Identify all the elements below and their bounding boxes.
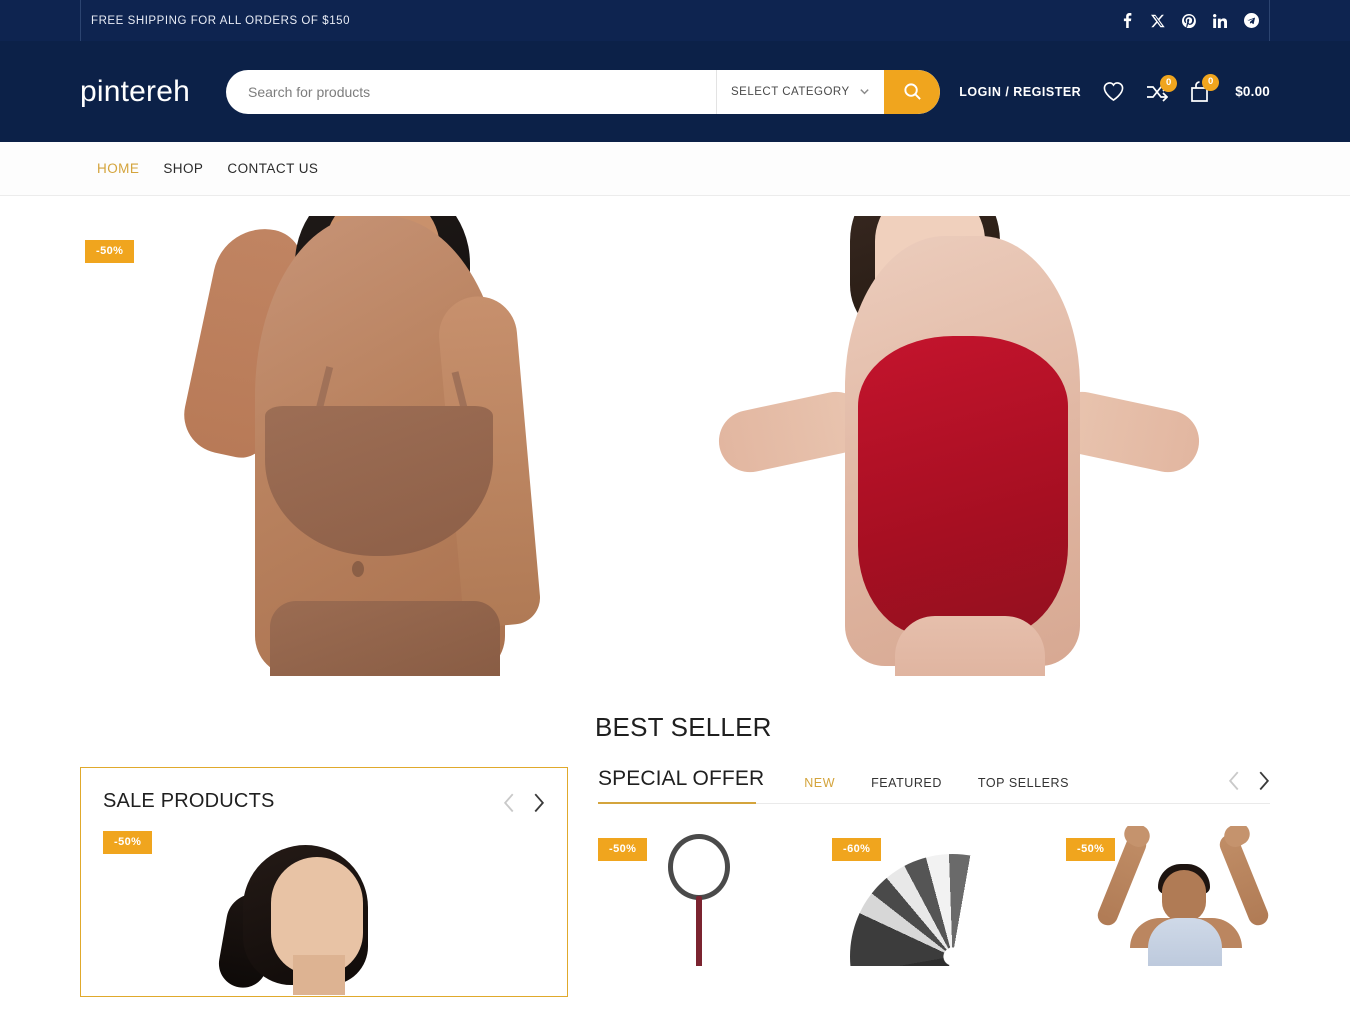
tab-top-sellers[interactable]: TOP SELLERS <box>978 776 1069 790</box>
hero-banner-1-image <box>80 216 660 676</box>
site-header: pintereh SELECT CATEGORY LOGIN / REGISTE… <box>0 41 1350 142</box>
special-offer-title: SPECIAL OFFER <box>598 767 765 790</box>
category-select[interactable]: SELECT CATEGORY <box>716 69 884 114</box>
header-actions: LOGIN / REGISTER 0 0 $0.00 <box>959 73 1270 103</box>
chevron-left-icon[interactable] <box>503 792 516 812</box>
wishlist-button[interactable] <box>1102 81 1125 102</box>
linkedin-icon[interactable] <box>1213 13 1227 28</box>
tab-featured[interactable]: FEATURED <box>871 776 942 790</box>
telegram-icon[interactable] <box>1244 13 1259 28</box>
compare-count-badge: 0 <box>1160 74 1178 92</box>
discount-badge: -60% <box>832 838 882 861</box>
facebook-icon[interactable] <box>1120 13 1134 28</box>
hero-banner-row: -50% -50% <box>80 196 1270 676</box>
search-input[interactable] <box>226 69 716 114</box>
announcement-text: FREE SHIPPING FOR ALL ORDERS OF $150 <box>91 14 351 27</box>
chevron-right-icon[interactable] <box>532 792 545 812</box>
discount-badge: -50% <box>103 831 153 854</box>
login-register-link[interactable]: LOGIN / REGISTER <box>959 85 1081 99</box>
search-button[interactable] <box>884 69 940 114</box>
product-card-3[interactable]: -50% <box>1066 826 1270 966</box>
lower-section: SALE PRODUCTS -50% SPECIAL OFFER NEW FEA… <box>80 767 1270 997</box>
cart-button[interactable]: 0 <box>1189 73 1220 103</box>
product-card-1[interactable]: -50% <box>598 826 802 966</box>
best-seller-title: BEST SELLER <box>595 712 772 742</box>
chevron-left-icon[interactable] <box>1228 770 1241 791</box>
discount-badge: -50% <box>598 838 648 861</box>
special-offer-header: SPECIAL OFFER NEW FEATURED TOP SELLERS <box>598 767 1270 804</box>
sale-products-title: SALE PRODUCTS <box>103 790 275 812</box>
best-seller-section: BEST SELLER <box>80 676 1270 743</box>
sale-products-carousel-controls <box>503 792 545 812</box>
compare-button[interactable]: 0 <box>1146 74 1178 102</box>
main-navigation: HOME SHOP CONTACT US <box>0 142 1350 196</box>
nav-item-contact-us[interactable]: CONTACT US <box>227 161 318 176</box>
site-header-inner: pintereh SELECT CATEGORY LOGIN / REGISTE… <box>80 69 1270 114</box>
special-offer-section: SPECIAL OFFER NEW FEATURED TOP SELLERS -… <box>598 767 1270 997</box>
announcement-bar-inner: FREE SHIPPING FOR ALL ORDERS OF $150 <box>80 0 1270 41</box>
hero-banner-1[interactable]: -50% <box>80 216 660 676</box>
product-search-bar: SELECT CATEGORY <box>226 69 940 114</box>
cart-count-badge: 0 <box>1202 73 1220 91</box>
special-offer-product-grid: -50% -60% -50% <box>598 826 1270 966</box>
tab-new[interactable]: NEW <box>804 776 835 790</box>
site-logo[interactable]: pintereh <box>80 75 226 109</box>
special-offer-underline <box>598 802 756 804</box>
social-links <box>1120 13 1259 28</box>
x-twitter-icon[interactable] <box>1151 14 1165 28</box>
sale-products-panel: SALE PRODUCTS -50% <box>80 767 568 997</box>
discount-badge: -50% <box>85 240 135 263</box>
hero-banner-2-image <box>690 216 1270 676</box>
cart-total-amount[interactable]: $0.00 <box>1235 84 1270 99</box>
chevron-right-icon[interactable] <box>1257 770 1270 791</box>
discount-badge: -50% <box>1066 838 1116 861</box>
chevron-down-icon <box>859 86 870 97</box>
pinterest-icon[interactable] <box>1182 13 1196 28</box>
nav-item-home[interactable]: HOME <box>97 161 139 176</box>
product-card-2[interactable]: -60% <box>832 826 1036 966</box>
announcement-bar: FREE SHIPPING FOR ALL ORDERS OF $150 <box>0 0 1350 41</box>
nav-item-shop[interactable]: SHOP <box>163 161 203 176</box>
special-offer-carousel-controls <box>1228 770 1270 792</box>
hero-banner-2[interactable]: -50% <box>690 216 1270 676</box>
special-offer-tabs: NEW FEATURED TOP SELLERS <box>804 776 1069 792</box>
category-select-label: SELECT CATEGORY <box>731 85 850 98</box>
main-navigation-inner: HOME SHOP CONTACT US <box>80 161 1270 176</box>
sale-products-carousel: -50% <box>103 823 545 995</box>
sale-products-header: SALE PRODUCTS <box>103 790 545 813</box>
